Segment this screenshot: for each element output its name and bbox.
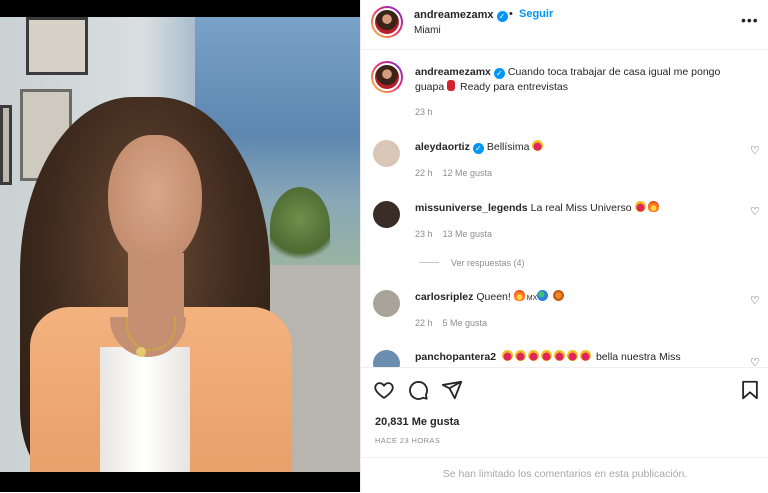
comment-body: bella nuestra Miss xyxy=(595,351,681,363)
view-replies-label[interactable]: Ver respuestas (4) xyxy=(451,258,525,268)
lipstick-emoji xyxy=(447,80,456,91)
comment-time: 23 h xyxy=(415,229,433,239)
portrait-image xyxy=(0,17,360,472)
plant xyxy=(270,187,330,267)
post-photo[interactable] xyxy=(0,0,360,492)
fire-emoji xyxy=(513,290,525,301)
comment-time: 22 h xyxy=(415,318,433,328)
like-comment-icon[interactable]: ♡ xyxy=(750,144,760,157)
comment-text: carlosriplez Queen! MX xyxy=(415,290,745,306)
wall-frame xyxy=(26,17,88,75)
post-header: andreamezamx ✓ • Seguir Miami ••• xyxy=(361,0,768,50)
paper-plane-icon[interactable] xyxy=(441,379,463,401)
heart-eyes-emoji xyxy=(634,201,646,212)
author-avatar[interactable] xyxy=(371,61,403,93)
caption-meta: 23 h xyxy=(415,107,443,117)
caption-body-2: Ready para entrevistas xyxy=(460,81,569,93)
post-actions: 20,831 Me gusta HACE 23 HORAS Se han lim… xyxy=(361,367,768,492)
heart-eyes-emoji xyxy=(532,140,544,151)
heart-eyes-emoji xyxy=(541,350,553,361)
comment-body: La real Miss Universo xyxy=(530,202,632,214)
heart-eyes-emoji xyxy=(502,350,514,361)
caption-text: andreamezamx ✓ Cuando toca trabajar de cas… xyxy=(415,65,745,95)
verified-badge-icon: ✓ xyxy=(493,68,505,79)
heart-eyes-emoji xyxy=(580,350,592,361)
bookmark-icon[interactable] xyxy=(739,379,761,401)
comment-time: 22 h xyxy=(415,168,433,178)
comment-username[interactable]: carlosriplez xyxy=(415,291,473,303)
post-timestamp[interactable]: HACE 23 HORAS xyxy=(375,436,440,445)
caption-time: 23 h xyxy=(415,107,433,117)
mx-flag-emoji: MX xyxy=(526,295,538,302)
comment-text: missuniverse_legends La real Miss Univers… xyxy=(415,201,745,216)
comment-bubble-icon[interactable] xyxy=(407,379,429,401)
author-username[interactable]: andreamezamx ✓ xyxy=(414,9,508,22)
comment-body: Bellísima xyxy=(486,141,530,153)
likes-count[interactable]: 20,831 Me gusta xyxy=(375,416,459,428)
replies-divider xyxy=(419,262,439,263)
like-comment-icon[interactable]: ♡ xyxy=(750,294,760,307)
heart-eyes-emoji xyxy=(515,350,527,361)
heart-eyes-emoji xyxy=(528,350,540,361)
more-options-icon[interactable]: ••• xyxy=(741,12,759,28)
verified-badge-icon: ✓ xyxy=(496,11,508,22)
globe-emoji xyxy=(537,290,549,301)
comment-meta: 22 h 12 Me gusta xyxy=(415,168,502,178)
heart-outline-icon[interactable] xyxy=(373,379,395,401)
planet-emoji xyxy=(553,290,565,301)
comment-likes[interactable]: 12 Me gusta xyxy=(443,168,493,178)
comment-text: panchopantera2 bella nuestra Miss xyxy=(415,350,745,365)
post-side-panel: andreamezamx ✓ • Seguir Miami ••• andream… xyxy=(360,0,768,492)
wall-frame xyxy=(0,105,12,185)
separator-dot: • xyxy=(509,8,513,20)
caption-username[interactable]: andreamezamx xyxy=(415,66,491,78)
comment-likes[interactable]: 13 Me gusta xyxy=(443,229,493,239)
commenter-avatar[interactable] xyxy=(373,201,400,228)
fire-emoji xyxy=(647,201,659,212)
author-avatar[interactable] xyxy=(371,6,403,38)
commenter-avatar[interactable] xyxy=(373,140,400,167)
comment-body: Queen! xyxy=(476,291,511,303)
comment-likes[interactable]: 5 Me gusta xyxy=(443,318,488,328)
location-link[interactable]: Miami xyxy=(414,25,441,36)
face xyxy=(108,135,202,265)
author-name[interactable]: andreamezamx xyxy=(414,9,494,21)
comment-meta: 22 h 5 Me gusta xyxy=(415,318,497,328)
comment-text: aleydaortiz ✓ Bellísima xyxy=(415,140,745,155)
like-comment-icon[interactable]: ♡ xyxy=(750,356,760,367)
pendant xyxy=(136,347,146,357)
heart-eyes-emoji xyxy=(554,350,566,361)
verified-badge-icon: ✓ xyxy=(472,143,484,154)
comment-username[interactable]: missuniverse_legends xyxy=(415,202,528,214)
comment-username[interactable]: panchopantera2 xyxy=(415,351,496,363)
follow-button[interactable]: Seguir xyxy=(519,8,553,20)
white-top xyxy=(100,347,190,472)
commenter-avatar[interactable] xyxy=(373,350,400,367)
view-replies-link[interactable]: Ver respuestas (4) xyxy=(419,258,525,268)
like-comment-icon[interactable]: ♡ xyxy=(750,205,760,218)
instagram-post: andreamezamx ✓ • Seguir Miami ••• andream… xyxy=(0,0,768,492)
comment-meta: 23 h 13 Me gusta xyxy=(415,229,502,239)
comments-list[interactable]: andreamezamx ✓ Cuando toca trabajar de cas… xyxy=(361,51,768,367)
commenter-avatar[interactable] xyxy=(373,290,400,317)
comments-limited-notice: Se han limitado los comentarios en esta … xyxy=(361,457,768,493)
heart-eyes-emoji xyxy=(567,350,579,361)
comment-username[interactable]: aleydaortiz xyxy=(415,141,470,153)
